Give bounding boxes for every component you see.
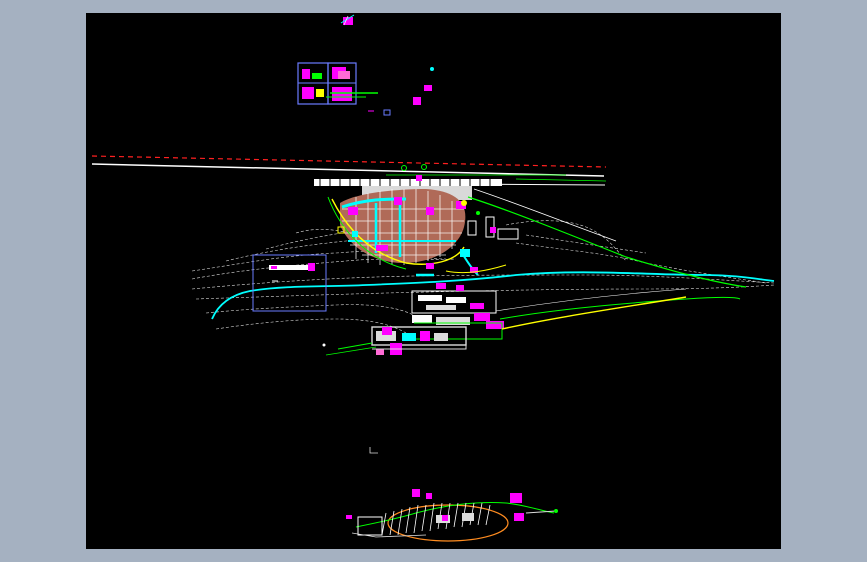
terraced-structures[interactable] xyxy=(411,283,741,340)
origin-marker xyxy=(369,447,378,454)
detail-sheet-group[interactable] xyxy=(297,62,434,116)
elevation-section-drawing[interactable] xyxy=(346,489,558,542)
lower-building-plan[interactable] xyxy=(322,326,467,356)
main-building-plan[interactable] xyxy=(314,175,502,276)
drawing-viewport[interactable] xyxy=(86,13,781,549)
site-plan-drawing xyxy=(91,14,775,542)
top-stray-block xyxy=(340,14,355,26)
